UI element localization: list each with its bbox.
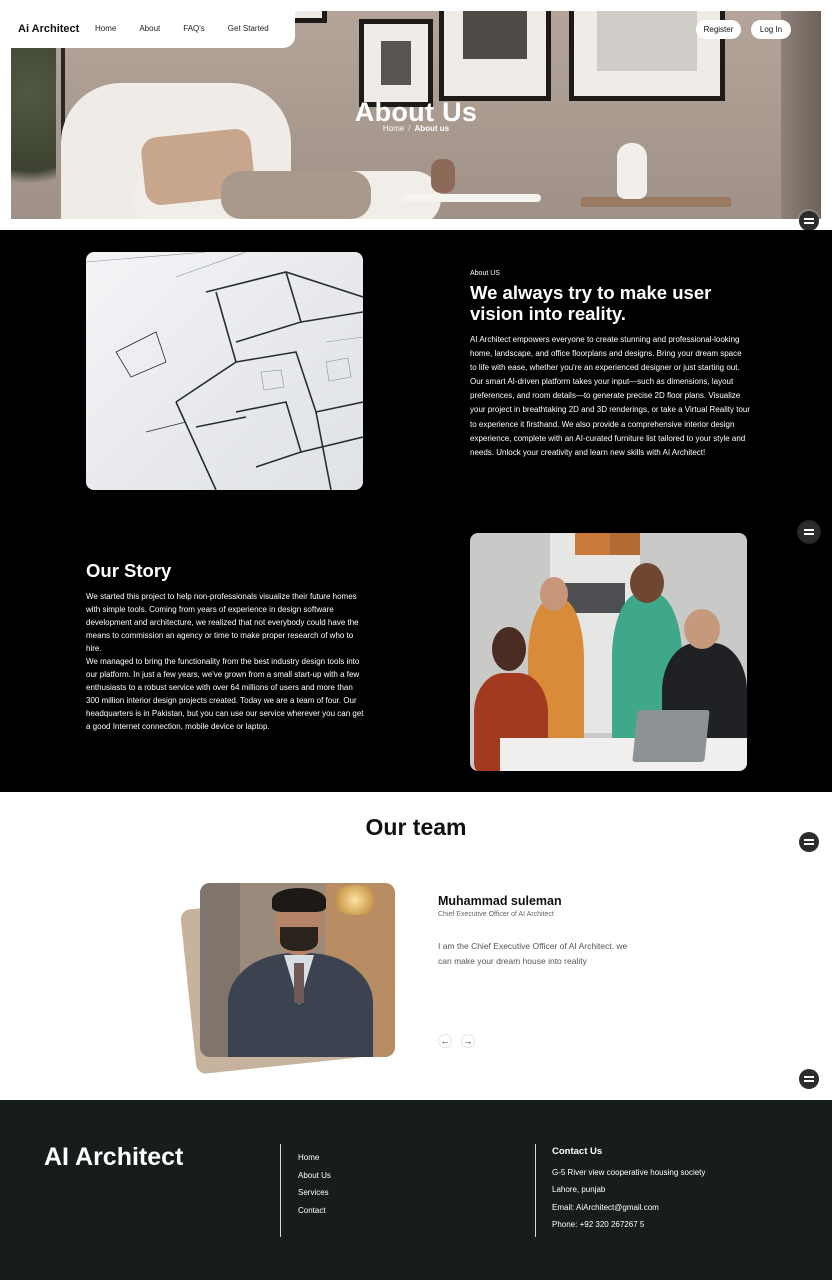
contact-phone[interactable]: Phone: +92 320 267267 5 bbox=[552, 1220, 705, 1237]
wall-frame bbox=[439, 11, 551, 101]
vase bbox=[617, 143, 647, 199]
nav-link-faqs[interactable]: FAQ's bbox=[183, 24, 205, 33]
contact-info: G-5 River view cooperative housing socie… bbox=[552, 1168, 705, 1237]
story-body: We started this project to help non-prof… bbox=[86, 590, 366, 733]
filter-list-icon[interactable] bbox=[799, 211, 819, 231]
shelf-box bbox=[610, 533, 640, 555]
team-title: Our team bbox=[365, 814, 467, 840]
footer-links: Home About Us Services Contact bbox=[298, 1153, 331, 1223]
story-paragraph: We managed to bring the functionality fr… bbox=[86, 657, 364, 731]
about-heading: We always try to make user vision into r… bbox=[470, 282, 712, 324]
nav-links: Home About FAQ's Get Started bbox=[95, 24, 292, 33]
footer-link-contact[interactable]: Contact bbox=[298, 1206, 331, 1224]
arrow-right-icon[interactable]: → bbox=[461, 1034, 475, 1048]
nav-link-get-started[interactable]: Get Started bbox=[228, 24, 269, 33]
footer-link-home[interactable]: Home bbox=[298, 1153, 331, 1171]
vase bbox=[431, 159, 455, 193]
desk bbox=[500, 738, 747, 771]
story-paragraph: We started this project to help non-prof… bbox=[86, 592, 359, 653]
team-office-photo bbox=[470, 533, 747, 771]
footer-divider bbox=[280, 1144, 281, 1237]
breadcrumb-home[interactable]: Home bbox=[383, 124, 404, 133]
person-head bbox=[540, 577, 568, 611]
about-kicker: About US bbox=[470, 270, 500, 277]
brand-logo[interactable]: Ai Architect bbox=[18, 23, 79, 35]
shelf-box bbox=[575, 533, 611, 555]
wall-frame bbox=[359, 19, 433, 107]
footer-brand: AI Architect bbox=[44, 1143, 184, 1171]
breadcrumb-current: About us bbox=[414, 124, 450, 133]
laptop bbox=[632, 710, 710, 762]
story-heading: Our Story bbox=[86, 560, 172, 581]
breadcrumb: Home / About us bbox=[0, 124, 832, 133]
footer-link-about[interactable]: About Us bbox=[298, 1171, 331, 1189]
register-button[interactable]: Register bbox=[696, 20, 741, 39]
footer-link-services[interactable]: Services bbox=[298, 1188, 331, 1206]
member-photo bbox=[200, 883, 395, 1057]
filter-list-icon[interactable] bbox=[799, 832, 819, 852]
side-table bbox=[401, 194, 541, 202]
filter-list-icon[interactable] bbox=[799, 522, 819, 542]
floorplan-image bbox=[86, 252, 363, 490]
member-bio: I am the Chief Executive Officer of AI A… bbox=[438, 941, 628, 966]
filter-list-icon[interactable] bbox=[799, 1069, 819, 1089]
footer-divider bbox=[535, 1144, 536, 1237]
arrow-left-icon[interactable]: ← bbox=[438, 1034, 452, 1048]
page: About Us Home / About us Ai Architect Home… bbox=[0, 0, 832, 1280]
blanket bbox=[221, 171, 371, 219]
member-name: Muhammad suleman bbox=[438, 894, 562, 908]
member-role: Chief Executive Officer of AI Architect bbox=[438, 911, 554, 918]
login-button[interactable]: Log In bbox=[751, 20, 791, 39]
floorplan-drawing bbox=[86, 252, 363, 490]
contact-city: Lahore, punjab bbox=[552, 1185, 606, 1195]
navbar: Ai Architect Home About FAQ's Get Starte… bbox=[0, 8, 295, 48]
nav-link-home[interactable]: Home bbox=[95, 24, 116, 33]
nav-link-about[interactable]: About bbox=[139, 24, 160, 33]
person-head bbox=[684, 609, 720, 649]
breadcrumb-separator: / bbox=[408, 124, 411, 133]
contact-email[interactable]: Email: AiArchitect@gmail.com bbox=[552, 1203, 705, 1220]
console-table bbox=[581, 197, 731, 207]
about-body: AI Architect empowers everyone to create… bbox=[470, 335, 751, 457]
person-head bbox=[630, 563, 664, 603]
contact-address: G-5 River view cooperative housing socie… bbox=[552, 1168, 706, 1177]
contact-heading: Contact Us bbox=[552, 1146, 603, 1157]
person-head bbox=[492, 627, 526, 671]
footer bbox=[0, 1100, 832, 1280]
